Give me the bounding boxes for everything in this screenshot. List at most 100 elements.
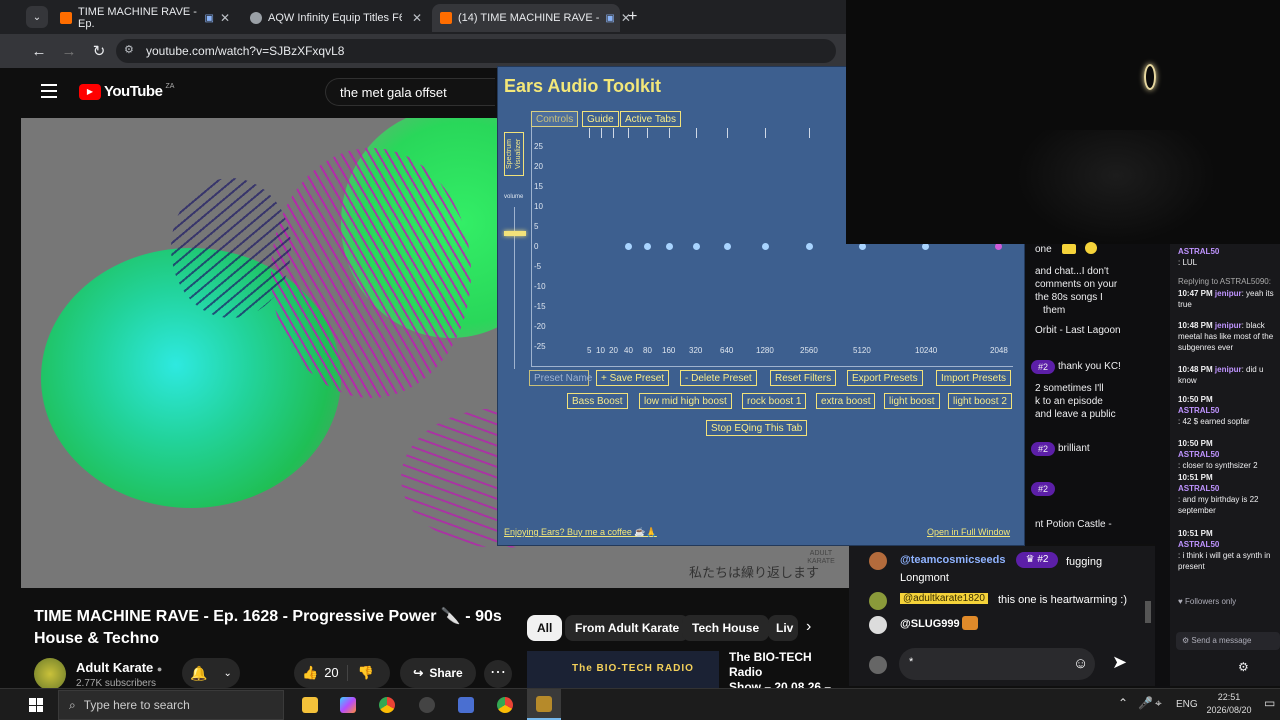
freq-marker — [669, 128, 670, 138]
address-bar[interactable]: ⚙ youtube.com/watch?v=SJBzXFxqvL8 — [116, 39, 836, 63]
tab-controls[interactable]: Controls — [531, 111, 579, 127]
chrome-icon[interactable] — [379, 697, 395, 713]
notification-icon[interactable]: ▭ — [1264, 696, 1275, 710]
channel-avatar[interactable] — [34, 658, 66, 690]
preset-bass-boost[interactable]: Bass Boost — [567, 393, 628, 409]
volume-slider-handle[interactable] — [504, 231, 526, 236]
x-tick: 1280 — [756, 346, 774, 355]
preset-name-input[interactable]: Preset Name — [529, 370, 592, 386]
chip-live[interactable]: Liv — [768, 615, 798, 641]
eq-filter-handle[interactable] — [693, 243, 700, 250]
eq-filter-handle[interactable] — [922, 243, 929, 250]
tray-chevron-icon[interactable]: ⌃ — [1118, 696, 1128, 710]
tab-guide[interactable]: Guide — [582, 111, 619, 127]
windows-start-icon[interactable] — [29, 698, 43, 712]
copilot-icon[interactable] — [340, 697, 356, 713]
eq-filter-handle[interactable] — [666, 243, 673, 250]
eq-filter-handle[interactable] — [625, 243, 632, 250]
open-full-window-link[interactable]: Open in Full Window — [927, 527, 1010, 537]
subscribe-bell-button[interactable]: 🔔 ⌄ — [182, 658, 240, 688]
stop-eq-button[interactable]: Stop EQing This Tab — [706, 420, 808, 436]
reset-filters-button[interactable]: Reset Filters — [770, 370, 837, 386]
taskbar-active-app[interactable] — [527, 689, 561, 720]
save-preset-button[interactable]: + Save Preset — [596, 370, 670, 386]
dislike-button[interactable]: 👎 — [348, 665, 384, 681]
youtube-logo[interactable]: ▶ YouTube ZA — [79, 83, 174, 100]
scrollbar[interactable] — [1145, 601, 1151, 623]
chip-all[interactable]: All — [527, 615, 563, 641]
send-message-input[interactable]: ⚙ Send a message — [1176, 632, 1280, 650]
chat-username-highlight[interactable]: @adultkarate1820 — [900, 593, 988, 604]
file-explorer-icon[interactable] — [302, 697, 318, 713]
chat-message: ASTRAL50: LUL — [1178, 247, 1220, 267]
eq-filter-handle[interactable] — [762, 243, 769, 250]
preset-light-boost-2[interactable]: light boost 2 — [948, 393, 1012, 409]
share-label: Share — [429, 666, 463, 680]
chat-input[interactable]: * — [899, 648, 1095, 680]
video-frame-stripes — [171, 178, 291, 318]
tab-search-button[interactable]: ⌄ — [26, 6, 48, 28]
preset-extra-boost[interactable]: extra boost — [816, 393, 876, 409]
snipping-icon[interactable] — [458, 697, 474, 713]
chip-from-adult-karate[interactable]: From Adult Karate — [565, 615, 690, 641]
new-tab-button[interactable]: + — [628, 8, 637, 26]
delete-preset-button[interactable]: - Delete Preset — [680, 370, 757, 386]
share-button[interactable]: ↪ Share — [400, 658, 476, 688]
tab-aqw[interactable]: AQW Infinity Equip Titles F6 - G ✕ — [242, 4, 430, 32]
search-input[interactable]: the met gala offset — [325, 78, 495, 106]
tab-active-tabs[interactable]: Active Tabs — [620, 111, 681, 127]
webcam-scene — [1016, 130, 1216, 244]
back-arrow-icon[interactable]: ← — [24, 43, 54, 60]
export-presets-button[interactable]: Export Presets — [847, 370, 923, 386]
chips-next-arrow-icon[interactable]: › — [806, 618, 811, 636]
tab-title: AQW Infinity Equip Titles F6 - G — [268, 12, 402, 24]
clock[interactable]: 22:51 2026/08/20 — [1204, 691, 1254, 717]
aqw-favicon-icon — [250, 12, 262, 24]
language-indicator[interactable]: ENG — [1176, 699, 1198, 710]
visualizer-toggle-button[interactable]: Spectrum Visualizer — [504, 132, 524, 176]
like-button[interactable]: 👍 20 — [294, 665, 348, 681]
taskbar-search[interactable]: ⌕ Type here to search — [58, 690, 284, 720]
site-info-icon[interactable]: ⚙ — [124, 43, 134, 56]
chat-gear-icon[interactable]: ⚙ — [1238, 660, 1249, 674]
like-count: 20 — [324, 665, 339, 680]
forward-arrow-icon[interactable]: → — [54, 43, 84, 60]
more-actions-button[interactable]: ⋯ — [484, 660, 512, 688]
x-tick: 160 — [662, 346, 676, 355]
obs-icon[interactable] — [419, 697, 435, 713]
tab-time-machine-rave-active[interactable]: (14) TIME MACHINE RAVE - ▣ ✕ — [432, 4, 631, 32]
eq-filter-handle[interactable] — [724, 243, 731, 250]
eq-filter-handle[interactable] — [806, 243, 813, 250]
clock-date: 2026/08/20 — [1206, 705, 1252, 715]
channel-name[interactable]: Adult Karate ● — [76, 660, 162, 675]
emoji-icon[interactable]: ☺ — [1073, 655, 1088, 672]
chat-message: 10:51 PM ASTRAL50: and my birthday is 22 … — [1178, 473, 1259, 515]
chat-line: Orbit - Last Lagoon — [1035, 325, 1121, 336]
preset-low-mid-high-boost[interactable]: low mid high boost — [639, 393, 732, 409]
chat-pane-secondary: ASTRAL50: LUL Replying to ASTRAL5090: 10… — [1170, 244, 1280, 686]
tab-time-machine-rave-1[interactable]: TIME MACHINE RAVE - Ep. ▣ ✕ — [52, 4, 238, 32]
eq-filter-handle-gain[interactable] — [995, 243, 1002, 250]
send-icon[interactable]: ➤ — [1112, 652, 1127, 673]
chat-username[interactable]: @SLUG999 — [900, 618, 960, 630]
chip-tech-house[interactable]: Tech House — [682, 615, 770, 641]
menu-icon[interactable] — [41, 84, 57, 98]
preset-rock-boost-1[interactable]: rock boost 1 — [742, 393, 807, 409]
import-presets-button[interactable]: Import Presets — [936, 370, 1012, 386]
x-tick: 2048 — [990, 346, 1008, 355]
tab-close-icon[interactable]: ✕ — [412, 11, 422, 25]
preset-light-boost[interactable]: light boost — [884, 393, 940, 409]
chrome-active-icon[interactable] — [497, 697, 513, 713]
y-tick: 20 — [534, 162, 543, 171]
chat-pane-main: one and chat...I don't comments on your … — [1025, 242, 1155, 544]
recommended-video-thumbnail[interactable]: The BIO-TECH RADIO — [527, 651, 719, 688]
network-icon[interactable]: ⌖ — [1155, 696, 1162, 711]
microphone-icon[interactable]: 🎤 — [1138, 696, 1153, 710]
tab-close-icon[interactable]: ✕ — [220, 11, 230, 25]
eq-filter-handle[interactable] — [644, 243, 651, 250]
reload-icon[interactable]: ↻ — [84, 42, 114, 60]
freq-marker — [809, 128, 810, 138]
buy-coffee-link[interactable]: Enjoying Ears? Buy me a coffee ☕🙏 — [504, 527, 657, 538]
eq-filter-handle[interactable] — [859, 243, 866, 250]
chat-line: them — [1043, 305, 1066, 316]
